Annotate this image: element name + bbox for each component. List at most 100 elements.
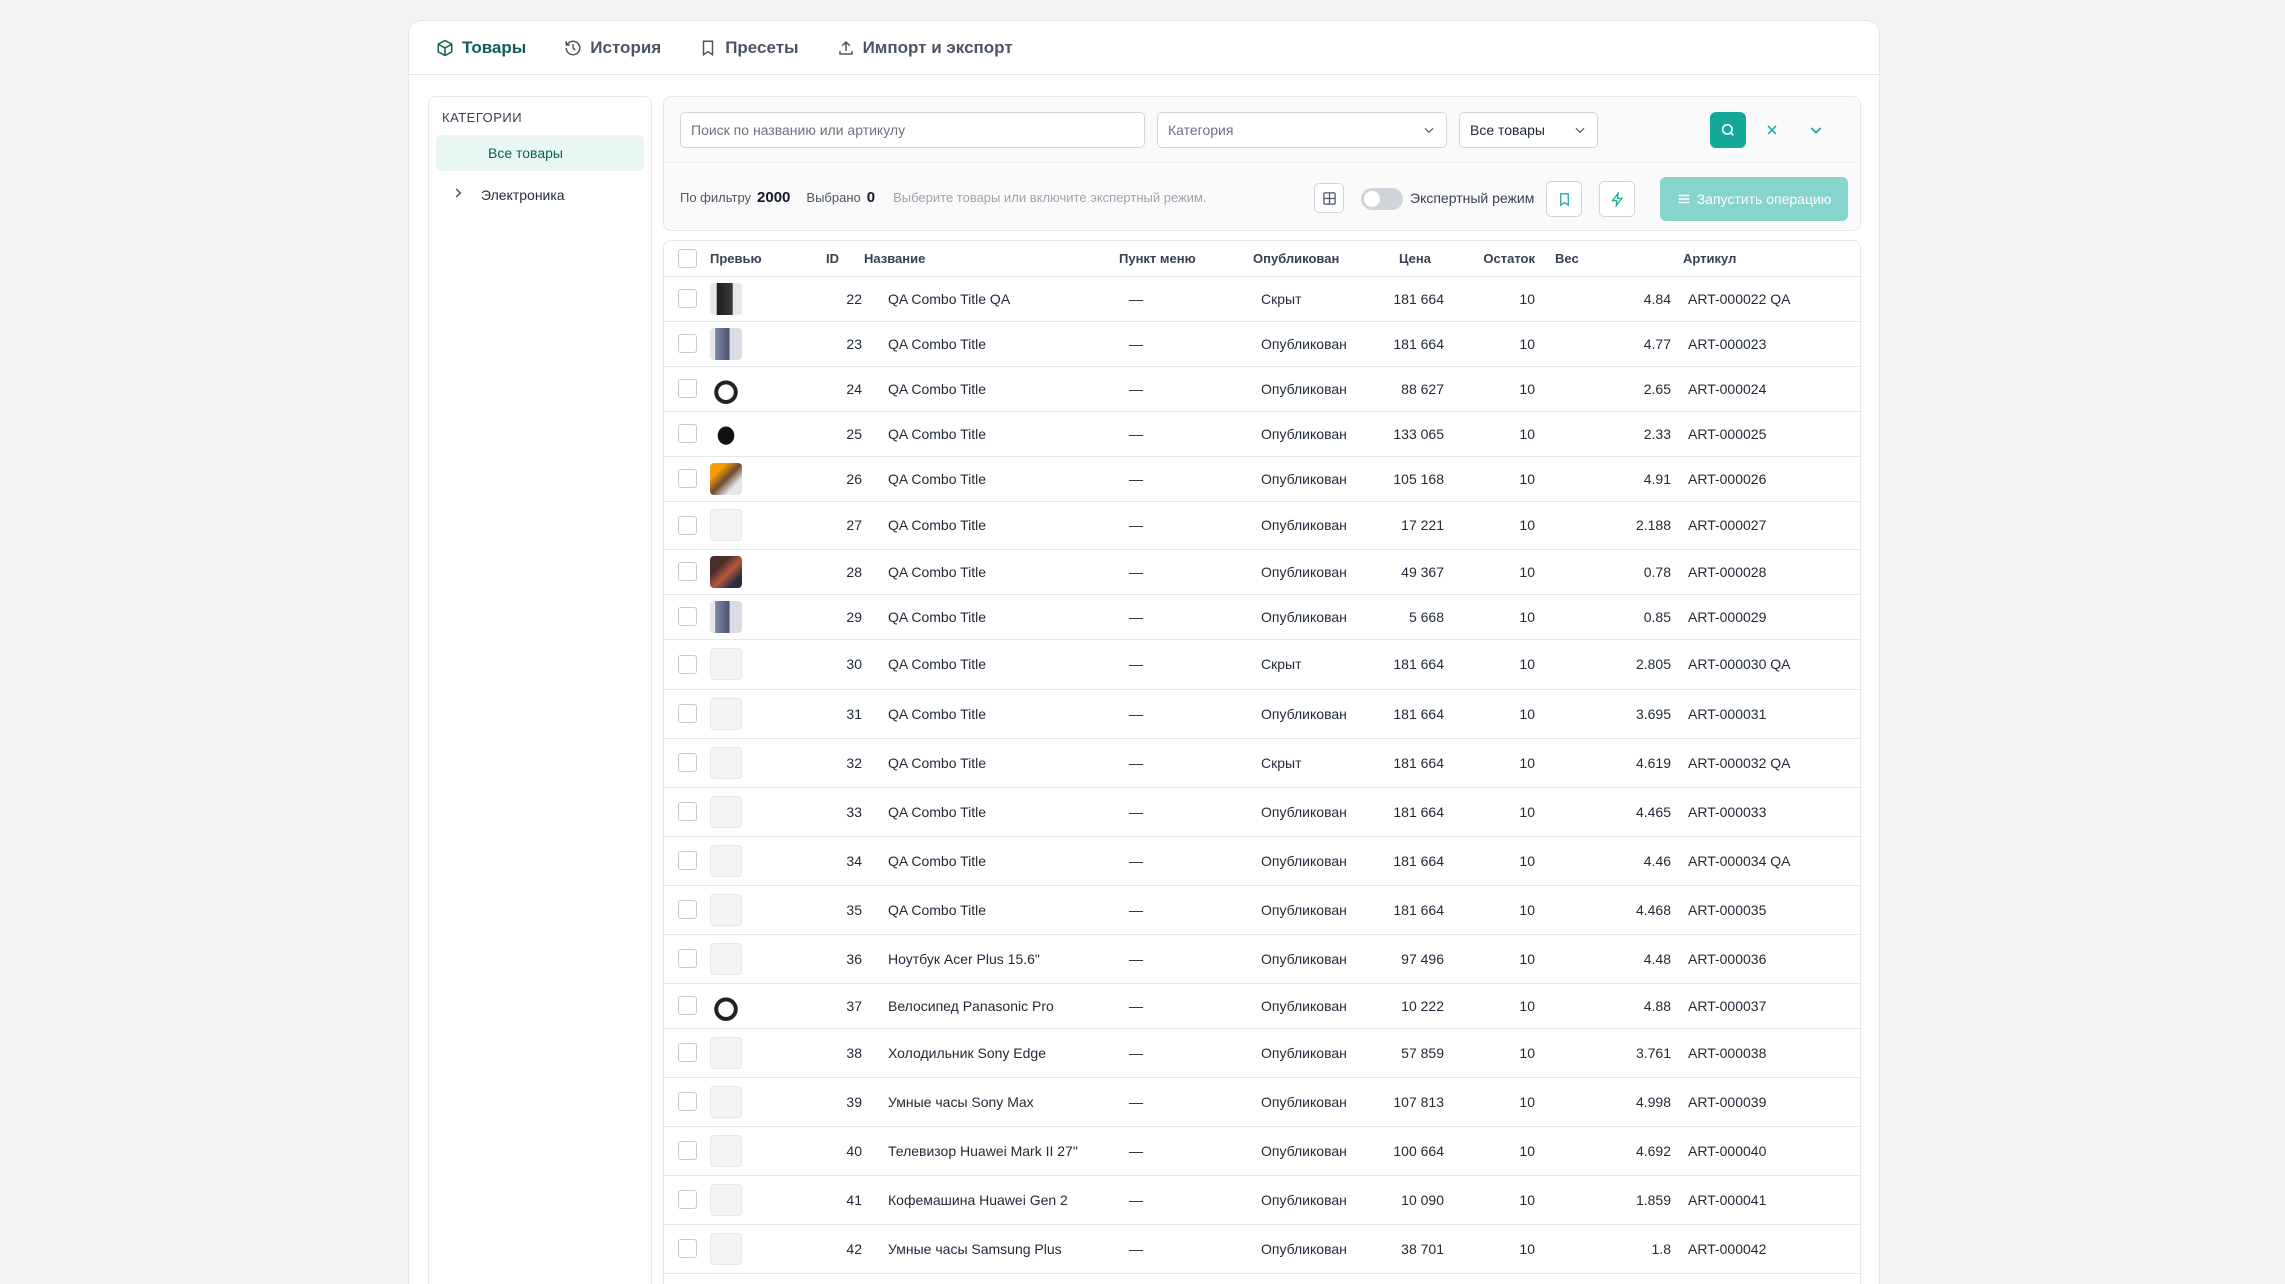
quick-action-button[interactable] [1599,181,1635,217]
table-row[interactable]: 23 QA Combo Title — Опубликован 181 664 10 4.7… [664,321,1860,367]
select-all-checkbox[interactable] [677,248,697,268]
row-checkbox[interactable] [677,379,697,398]
tab-presets[interactable]: Пресеты [699,38,799,58]
row-checkbox[interactable] [677,996,697,1015]
product-name[interactable]: QA Combo Title [864,836,1119,886]
table-row[interactable]: 35 QA Combo Title — Опубликован 181 664 10 4.4… [664,885,1860,935]
product-name[interactable]: QA Combo Title [864,321,1119,367]
row-checkbox[interactable] [677,1092,697,1111]
column-header[interactable]: ID [826,241,864,277]
product-name[interactable]: Велосипед Panasonic Pro [864,983,1119,1029]
category-electronics[interactable]: Электроника [436,177,644,213]
product-name[interactable]: QA Combo Title [864,549,1119,595]
product-menu: — [1119,738,1253,788]
row-checkbox[interactable] [677,562,697,581]
product-menu: — [1119,983,1253,1029]
row-checkbox[interactable] [677,1043,697,1062]
expert-mode-toggle[interactable] [1361,188,1403,210]
product-name[interactable]: QA Combo Title [864,366,1119,412]
product-name[interactable]: Кофемашина Huawei Gen 2 [864,1175,1119,1225]
table-row[interactable]: 24 QA Combo Title — Опубликован 88 627 10 2.65… [664,366,1860,412]
columns-button[interactable] [1314,183,1344,213]
tab-products[interactable]: Товары [436,38,526,58]
column-header[interactable]: Превью [710,241,826,277]
column-header[interactable]: Название [864,241,1119,277]
table-row[interactable]: 37 Велосипед Panasonic Pro — Опубликован 10 … [664,983,1860,1029]
product-name[interactable]: Ноутбук Acer Plus 15.6" [864,934,1119,984]
row-checkbox[interactable] [677,607,697,626]
table-row[interactable]: 42 Умные часы Samsung Plus — Опубликован 38 … [664,1224,1860,1274]
product-name[interactable]: QA Combo Title [864,639,1119,690]
table-row[interactable]: 27 QA Combo Title — Опубликован 17 221 10 2.18… [664,501,1860,550]
row-checkbox[interactable] [677,704,697,723]
table-row[interactable]: 33 QA Combo Title — Опубликован 181 664 10 4.4… [664,787,1860,837]
product-name[interactable]: QA Combo Title QA [864,276,1119,322]
tab-history[interactable]: История [564,38,661,58]
clear-button[interactable] [1754,112,1790,148]
product-name[interactable]: Телевизор Huawei Mark II 27" [864,1126,1119,1176]
table-row[interactable]: 25 QA Combo Title — Опубликован 133 065 10 2.3… [664,411,1860,457]
table-row[interactable]: 38 Холодильник Sony Edge — Опубликован 57 85… [664,1028,1860,1078]
product-name[interactable]: Умные часы Samsung Plus [864,1224,1119,1274]
product-name[interactable]: QA Combo Title [864,456,1119,502]
row-checkbox[interactable] [677,753,697,772]
product-name[interactable]: QA Combo Title [864,501,1119,550]
table-row[interactable]: 41 Кофемашина Huawei Gen 2— Опубликован 10 … [664,1175,1860,1225]
row-checkbox[interactable] [677,424,697,443]
product-price: 181 664 [1387,836,1457,886]
scope-select[interactable]: Все товары [1459,111,1598,148]
products-table: Превью ID Название Пункт меню Опубликова… [663,240,1861,1284]
row-checkbox[interactable] [677,334,697,353]
row-checkbox[interactable] [677,515,697,535]
search-input[interactable] [680,111,1145,148]
product-stock: 10 [1457,456,1545,502]
column-header[interactable]: Пункт меню [1119,241,1253,277]
product-name[interactable]: QA Combo Title [864,411,1119,457]
row-checkbox[interactable] [677,1141,697,1160]
column-header[interactable]: Артикул [1683,241,1860,277]
expand-filters-button[interactable] [1798,112,1834,148]
save-preset-button[interactable] [1546,181,1582,217]
run-operation-button[interactable]: Запустить операцию [1660,177,1848,221]
category-all[interactable]: Все товары [436,135,644,171]
row-checkbox[interactable] [677,1239,697,1258]
table-row[interactable]: 29 QA Combo Title — Опубликован 5 668 10 0.85 A… [664,594,1860,640]
product-menu: — [1119,411,1253,457]
table-row[interactable]: 36 Ноутбук Acer Plus 15.6" — Опубликован 97 … [664,934,1860,984]
category-select[interactable]: Категория [1157,111,1447,148]
row-checkbox[interactable] [677,949,697,968]
table-row[interactable]: 30 QA Combo Title — Скрыт 181 664 10 2.805 ART-… [664,639,1860,690]
product-name[interactable]: QA Combo Title [864,689,1119,739]
product-name[interactable]: QA Combo Title [864,594,1119,640]
row-checkbox[interactable] [677,1190,697,1209]
row-checkbox[interactable] [677,851,697,870]
search-button[interactable] [1710,112,1746,148]
column-header[interactable]: Остаток [1457,241,1545,277]
product-status: Опубликован [1253,411,1387,457]
table-row[interactable]: 39 Умные часы Sony Max — Опубликован 107 813… [664,1077,1860,1127]
tab-import-export[interactable]: Импорт и экспорт [837,38,1013,58]
table-row[interactable]: 32 QA Combo Title — Скрыт 181 664 10 4.619 ART-… [664,738,1860,788]
row-checkbox[interactable] [677,469,697,488]
product-name[interactable]: Холодильник Sony Edge [864,1028,1119,1078]
product-thumbnail [710,697,742,730]
row-checkbox[interactable] [677,289,697,308]
product-name[interactable]: QA Combo Title [864,738,1119,788]
column-header[interactable]: Вес [1545,241,1683,277]
product-name[interactable]: QA Combo Title [864,787,1119,837]
row-checkbox[interactable] [677,900,697,919]
row-checkbox[interactable] [677,654,697,674]
table-row[interactable]: 31 QA Combo Title — Опубликован 181 664 10 3.6… [664,689,1860,739]
table-row[interactable]: 34 QA Combo Title — Опубликован 181 664 10 4.4… [664,836,1860,886]
table-row[interactable]: 26 QA Combo Title — Опубликован 105 168 10 4.9… [664,456,1860,502]
product-name[interactable]: QA Combo Title [864,885,1119,935]
chevron-right-icon[interactable] [451,186,473,205]
product-name[interactable]: Умные часы Sony Max [864,1077,1119,1127]
table-row[interactable]: 40 Телевизор Huawei Mark II 27" — Опубликов… [664,1126,1860,1176]
column-header[interactable]: Цена [1387,241,1457,277]
column-header[interactable]: Опубликован [1253,241,1387,277]
table-row[interactable]: 28 QA Combo Title — Опубликован 49 367 10 0.78… [664,549,1860,595]
table-row[interactable]: 22 QA Combo Title QA — Скрыт 181 664 10 4.84 AR… [664,276,1860,322]
product-menu: — [1119,1077,1253,1127]
row-checkbox[interactable] [677,802,697,821]
